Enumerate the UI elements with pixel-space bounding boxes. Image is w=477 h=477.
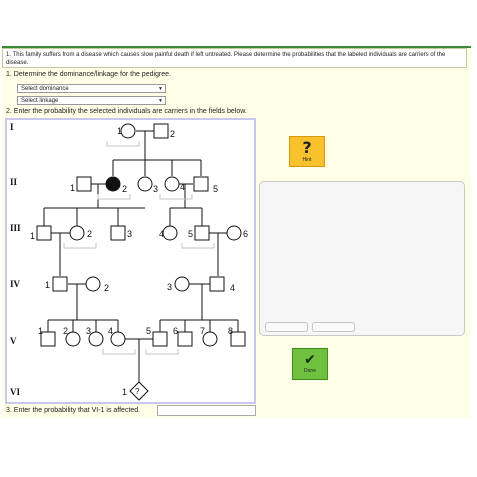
pedigree-male-V8 (230, 331, 246, 347)
pedigree-label: 6 (243, 229, 248, 239)
answer-field-III2[interactable] (63, 243, 97, 249)
pedigree-label: 4 (159, 229, 164, 239)
pedigree-label: 2 (170, 129, 175, 139)
feedback-slot-1[interactable] (265, 322, 308, 332)
pedigree-female-III6 (226, 225, 242, 241)
pedigree-label: 2 (87, 229, 92, 239)
pedigree-female-II4 (164, 176, 180, 192)
answer-field-V4[interactable] (102, 349, 136, 355)
pedigree-label: 6 (173, 326, 178, 336)
pedigree-label: 1 (122, 387, 127, 397)
pedigree-male-III5 (194, 225, 210, 241)
feedback-panel (259, 181, 465, 336)
pedigree-label: 2 (63, 326, 68, 336)
answer-field-I1[interactable] (106, 141, 140, 147)
answer-field-V5[interactable] (145, 349, 179, 355)
pedigree-label: 1 (38, 326, 43, 336)
vi1-probability-input[interactable] (157, 405, 256, 416)
pedigree-label: 4 (230, 283, 235, 293)
pedigree-male-V5 (152, 331, 168, 347)
answer-field-II2[interactable] (97, 194, 131, 200)
pedigree-label: 1 (45, 280, 50, 290)
pedigree-female-V3 (88, 331, 104, 347)
done-button[interactable]: ✔ Done (292, 348, 328, 380)
pedigree-female-III4 (162, 225, 178, 241)
pedigree-label: 5 (146, 326, 151, 336)
pedigree-male-IV4 (209, 276, 225, 292)
pedigree-label: 4 (108, 326, 113, 336)
pedigree-female-IV3 (174, 276, 190, 292)
pedigree-female-III2 (69, 225, 85, 241)
pedigree-male-III3 (110, 225, 126, 241)
hint-button[interactable]: ? Hint (289, 136, 325, 167)
pedigree-female-V2 (65, 331, 81, 347)
pedigree-male-IV1 (52, 276, 68, 292)
pedigree-label: 4 (180, 182, 185, 192)
pedigree-female-V4 (110, 331, 126, 347)
pedigree-label: 5 (213, 184, 218, 194)
pedigree-label: 3 (153, 184, 158, 194)
question-mark-icon: ? (302, 138, 312, 157)
pedigree-label: 7 (200, 326, 205, 336)
pedigree-label: 1 (117, 126, 122, 136)
pedigree-label: 3 (127, 229, 132, 239)
pedigree-label: 3 (167, 282, 172, 292)
pedigree-female-V7 (202, 331, 218, 347)
pedigree-male-II5 (193, 176, 209, 192)
pedigree-label: 1 (70, 183, 75, 193)
feedback-slot-2[interactable] (312, 322, 355, 332)
pedigree-female-IV2 (85, 276, 101, 292)
answer-field-II4[interactable] (159, 194, 193, 200)
pedigree-male-I2 (153, 123, 169, 139)
unknown-mark: ? (135, 387, 140, 396)
pedigree-label: 1 (30, 231, 35, 241)
pedigree-male-V6 (177, 331, 193, 347)
pedigree-female-I1 (120, 123, 136, 139)
step3-label: 3. Enter the probability that VI-1 is af… (6, 407, 141, 414)
pedigree-affected-female-II2 (105, 176, 121, 192)
answer-field-III5[interactable] (181, 243, 215, 249)
pedigree-label: 2 (122, 184, 127, 194)
checkmark-icon: ✔ (304, 352, 316, 368)
pedigree-label: 2 (104, 283, 109, 293)
pedigree-male-II1 (76, 176, 92, 192)
pedigree-male-V1 (40, 331, 56, 347)
pedigree-male-III1 (36, 225, 52, 241)
pedigree-female-II3 (137, 176, 153, 192)
pedigree-label: 3 (86, 326, 91, 336)
pedigree-label: 8 (228, 326, 233, 336)
done-label: Done (304, 368, 316, 374)
hint-label: Hint (302, 157, 312, 163)
pedigree-label: 5 (188, 229, 193, 239)
